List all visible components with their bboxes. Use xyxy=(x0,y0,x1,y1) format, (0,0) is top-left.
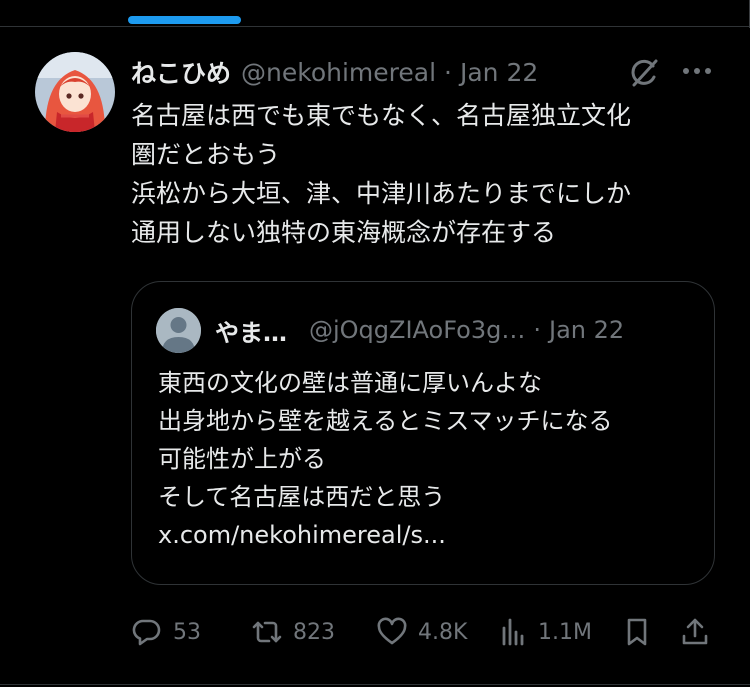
separator-dot: · xyxy=(533,316,542,344)
quoted-text-line: 東西の文化の壁は普通に厚いんよな xyxy=(158,369,542,397)
quoted-date[interactable]: Jan 22 xyxy=(549,316,624,344)
grok-icon[interactable] xyxy=(626,55,662,91)
more-icon[interactable] xyxy=(680,61,714,81)
tweet-header: ねこひめ @nekohimereal · Jan 22 xyxy=(131,54,538,90)
tweet-date[interactable]: Jan 22 xyxy=(460,58,538,87)
reply-count: 53 xyxy=(173,619,201,645)
quoted-handle[interactable]: @jOqgZIAoFo3g… xyxy=(309,316,525,344)
like-button[interactable]: 4.8K xyxy=(376,610,467,654)
like-count: 4.8K xyxy=(418,619,468,645)
repost-count: 823 xyxy=(293,619,335,645)
share-icon xyxy=(682,618,708,645)
share-button[interactable] xyxy=(679,610,711,654)
tweet-text-line: 通用しない独特の東海概念が存在する xyxy=(131,218,557,247)
display-name[interactable]: ねこひめ xyxy=(131,54,231,90)
handle[interactable]: @nekohimereal xyxy=(241,58,436,87)
views-icon xyxy=(502,618,524,646)
action-bar: 53 823 4.8K 1.1M xyxy=(131,610,716,654)
tweet-text-line: 名古屋は西でも東でもなく、名古屋独立文化 xyxy=(131,101,632,130)
separator-dot: · xyxy=(444,57,452,87)
bottom-divider xyxy=(0,684,750,685)
repost-button[interactable]: 823 xyxy=(251,610,335,654)
quoted-link[interactable]: x.com/nekohimereal/s... xyxy=(158,516,613,554)
repost-icon xyxy=(252,621,282,643)
reply-button[interactable]: 53 xyxy=(131,610,201,654)
quoted-text: 東西の文化の壁は普通に厚いんよな 出身地から壁を越えるとミスマッチになる 可能性… xyxy=(158,364,613,554)
tweet-text-line: 浜松から大垣、津、中津川あたりまでにしか xyxy=(131,179,632,208)
views-count: 1.1M xyxy=(538,619,592,645)
bookmark-button[interactable] xyxy=(621,610,653,654)
views-button[interactable]: 1.1M xyxy=(498,610,592,654)
quoted-text-line: 可能性が上がる xyxy=(158,445,326,473)
tweet-text: 名古屋は西でも東でもなく、名古屋独立文化 圏だとおもう 浜松から大垣、津、中津川… xyxy=(131,96,731,252)
bookmark-icon xyxy=(627,618,647,646)
active-tab-indicator xyxy=(128,16,241,24)
quoted-display-name[interactable]: やま… xyxy=(215,313,287,348)
quoted-avatar[interactable] xyxy=(156,308,201,353)
reply-icon xyxy=(132,619,161,646)
quoted-header: やま… @jOqgZIAoFo3g… · Jan 22 xyxy=(215,312,624,348)
quoted-text-line: 出身地から壁を越えるとミスマッチになる xyxy=(158,407,613,435)
avatar[interactable] xyxy=(35,52,115,132)
quoted-tweet[interactable]: やま… @jOqgZIAoFo3g… · Jan 22 東西の文化の壁は普通に厚… xyxy=(131,281,715,585)
top-divider xyxy=(0,26,750,27)
like-icon xyxy=(377,617,407,645)
tweet-text-line: 圏だとおもう xyxy=(131,140,281,169)
quoted-text-line: そして名古屋は西だと思う xyxy=(158,483,446,511)
